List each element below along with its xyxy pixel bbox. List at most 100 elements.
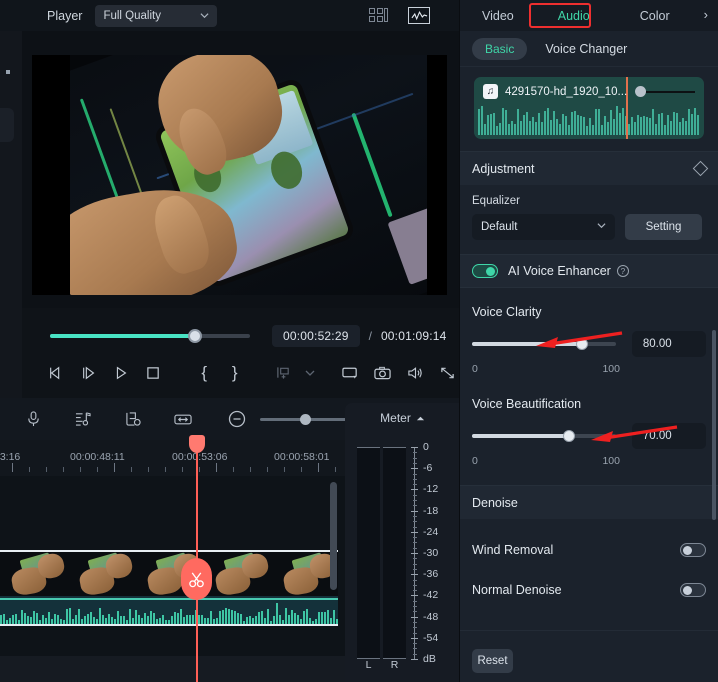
clip-thumbnail <box>0 552 68 596</box>
chevron-down-icon <box>597 223 606 229</box>
clip-card-waveform-bar <box>631 117 633 135</box>
marker-icon[interactable] <box>116 404 150 434</box>
next-frame-button[interactable] <box>77 358 102 388</box>
audio-clip-card[interactable]: ♫ 4291570-hd_1920_10... <box>474 77 704 139</box>
waveform-bar <box>210 611 212 624</box>
clip-audio-waveform <box>0 596 338 624</box>
clip-card-waveform-bar <box>682 118 684 135</box>
waveform-bar <box>231 609 233 624</box>
meter-header[interactable]: Meter <box>345 403 460 433</box>
clip-card-waveform-bar <box>568 125 570 135</box>
quality-select[interactable]: Full Quality <box>95 4 218 27</box>
video-clip[interactable] <box>0 550 338 626</box>
wind-removal-toggle[interactable] <box>680 543 706 557</box>
voice-clarity-slider[interactable] <box>472 338 616 350</box>
mark-in-button[interactable]: { <box>192 358 217 388</box>
fit-width-icon[interactable] <box>166 404 200 434</box>
meter-tick-minor <box>413 484 417 486</box>
add-marker-button[interactable] <box>271 358 296 388</box>
properties-scrollbar[interactable] <box>712 330 716 520</box>
track-bottom-strip[interactable] <box>0 656 345 682</box>
fullscreen-expand-icon[interactable] <box>436 358 461 388</box>
current-timecode[interactable]: 00:00:52:29 <box>272 325 360 347</box>
clip-volume-handle[interactable] <box>635 85 647 97</box>
timeline-zoom-handle[interactable] <box>300 413 311 425</box>
split-clip-button[interactable] <box>181 558 212 600</box>
clip-volume-slider[interactable] <box>635 85 695 98</box>
timeline-zoom-slider[interactable] <box>260 413 350 425</box>
total-timecode: 00:01:09:14 <box>380 329 447 343</box>
normal-denoise-toggle[interactable] <box>680 583 706 597</box>
seek-bar[interactable] <box>50 329 250 343</box>
clip-card-waveform-bar <box>562 114 564 135</box>
tab-video[interactable]: Video <box>476 9 520 23</box>
voice-beautification-handle[interactable] <box>563 430 575 442</box>
voice-beautification-value[interactable]: 70.00 <box>631 423 706 449</box>
mark-out-button[interactable]: } <box>223 358 248 388</box>
chevron-up-icon[interactable] <box>416 415 425 422</box>
playhead-handle[interactable] <box>189 435 205 453</box>
subtab-voice-changer[interactable]: Voice Changer <box>545 42 627 56</box>
ruler-tick <box>318 463 319 472</box>
seek-row: 00:00:52:29 / 00:01:09:14 <box>22 324 460 348</box>
transport-controls: { } <box>22 356 460 390</box>
voice-clarity-label: Voice Clarity <box>472 305 542 319</box>
waveform-bar <box>258 612 260 624</box>
clip-card-waveform-bar <box>691 114 693 135</box>
ruler-tick <box>131 467 132 472</box>
clip-card-waveform-bar <box>598 108 600 135</box>
meter-scale-label: 0 <box>423 441 429 453</box>
equalizer-setting-button[interactable]: Setting <box>625 214 702 240</box>
prev-frame-button[interactable] <box>44 358 69 388</box>
meter-tick-minor <box>413 526 417 528</box>
track-empty-lower[interactable] <box>0 628 345 656</box>
play-button[interactable] <box>109 358 134 388</box>
subtab-basic[interactable]: Basic <box>472 37 528 60</box>
ai-voice-enhancer-toggle[interactable] <box>472 264 498 278</box>
volume-speaker-icon[interactable] <box>403 358 428 388</box>
ruler-tick <box>165 467 166 472</box>
chevron-right-icon[interactable]: › <box>704 7 708 22</box>
clip-card-waveform-bar <box>526 111 528 135</box>
cast-display-button[interactable] <box>338 358 363 388</box>
stop-button[interactable] <box>142 358 167 388</box>
waveform-scope-icon[interactable] <box>408 7 430 24</box>
timeline-vertical-scrollbar[interactable] <box>330 482 337 590</box>
waveform-bar <box>60 618 62 624</box>
ruler-tick <box>114 463 115 472</box>
seek-handle[interactable] <box>188 329 202 343</box>
microphone-icon[interactable] <box>16 404 50 434</box>
timeline-ruler[interactable]: 43:16 00:00:48:11 00:00:53:06 00:00:58:0… <box>0 440 345 476</box>
meter-scale: 0 -6 -12 -18 -24 -30 -36 -42 -48 -54 dB <box>411 437 457 669</box>
tab-color[interactable]: Color <box>634 9 676 23</box>
voice-clarity-value[interactable]: 80.00 <box>631 331 706 357</box>
clip-card-waveform-bar <box>595 108 597 135</box>
clip-card-waveform-bar <box>685 121 687 135</box>
grid-layout-icon[interactable] <box>369 8 388 23</box>
left-edge-collapsed-item[interactable] <box>0 108 14 142</box>
audio-mixer-icon[interactable] <box>66 404 100 434</box>
voice-clarity-handle[interactable] <box>576 338 588 350</box>
meter-scale-label: -6 <box>423 462 433 475</box>
equalizer-select[interactable]: Default <box>472 214 615 240</box>
marker-dropdown-icon[interactable] <box>298 358 323 388</box>
voice-beautification-slider[interactable] <box>472 430 616 442</box>
meter-tick-minor <box>413 621 417 623</box>
video-preview[interactable] <box>32 55 447 295</box>
waveform-bar <box>219 611 221 624</box>
timeline-tracks[interactable] <box>0 476 345 682</box>
question-mark-icon[interactable]: ? <box>616 265 629 277</box>
zoom-out-button[interactable] <box>220 404 254 434</box>
waveform-bar <box>321 611 323 624</box>
voice-beautification-fill <box>472 434 569 438</box>
track-empty-upper[interactable] <box>0 476 345 550</box>
ruler-tick <box>182 467 183 472</box>
clip-card-waveform-bar <box>676 113 678 135</box>
player-transport: 00:00:52:29 / 00:01:09:14 { } <box>22 308 460 398</box>
meter-channel-r: R <box>390 659 399 671</box>
meter-tick-minor <box>413 590 417 592</box>
keyframe-diamond-icon[interactable] <box>692 160 709 177</box>
reset-button[interactable]: Reset <box>472 649 513 673</box>
snapshot-camera-icon[interactable] <box>371 358 396 388</box>
meter-scale-label: dB <box>423 653 436 665</box>
